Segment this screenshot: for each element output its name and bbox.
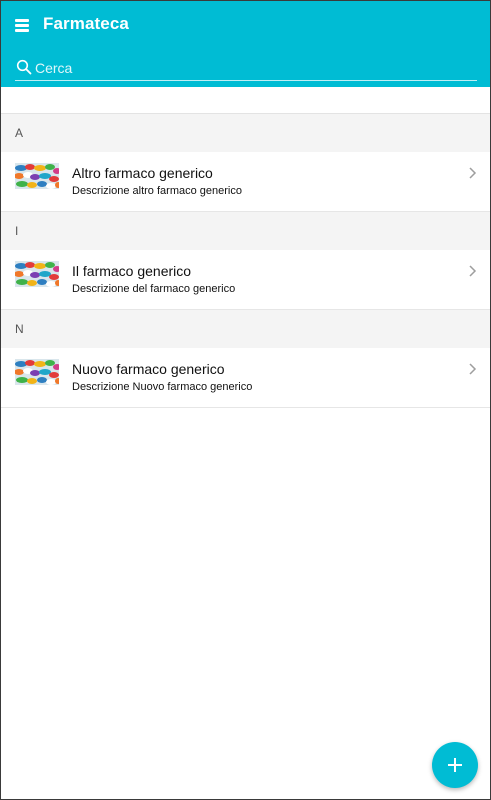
list-item[interactable]: Nuovo farmaco generico Descrizione Nuovo… [1,348,490,408]
pills-thumbnail [15,359,59,385]
app-title: Farmateca [43,14,129,33]
search-bar[interactable] [15,57,477,81]
search-input[interactable] [35,57,465,79]
item-title: Il farmaco generico [72,263,192,279]
item-description: Descrizione altro farmaco generico [72,185,242,197]
list-item[interactable]: Altro farmaco generico Descrizione altro… [1,152,490,212]
section-header-a: A [1,114,490,152]
add-button[interactable] [432,742,478,788]
app-bar: Farmateca [1,1,490,87]
section-header-n: N [1,310,490,348]
list-item[interactable]: Il farmaco generico Descrizione del farm… [1,250,490,310]
app-window: Farmateca A Altro farmaco generico Descr… [0,0,491,800]
list-top-spacer [1,87,490,114]
chevron-right-icon [469,167,477,179]
section-header-i: I [1,212,490,250]
item-description: Descrizione Nuovo farmaco generico [72,381,253,393]
pills-thumbnail [15,163,59,189]
item-title: Altro farmaco generico [72,165,213,181]
pills-thumbnail [15,261,59,287]
chevron-right-icon [469,363,477,375]
chevron-right-icon [469,265,477,277]
search-icon [16,59,32,75]
item-description: Descrizione del farmaco generico [72,283,236,295]
item-title: Nuovo farmaco generico [72,361,225,377]
hamburger-menu-icon[interactable] [15,15,33,35]
